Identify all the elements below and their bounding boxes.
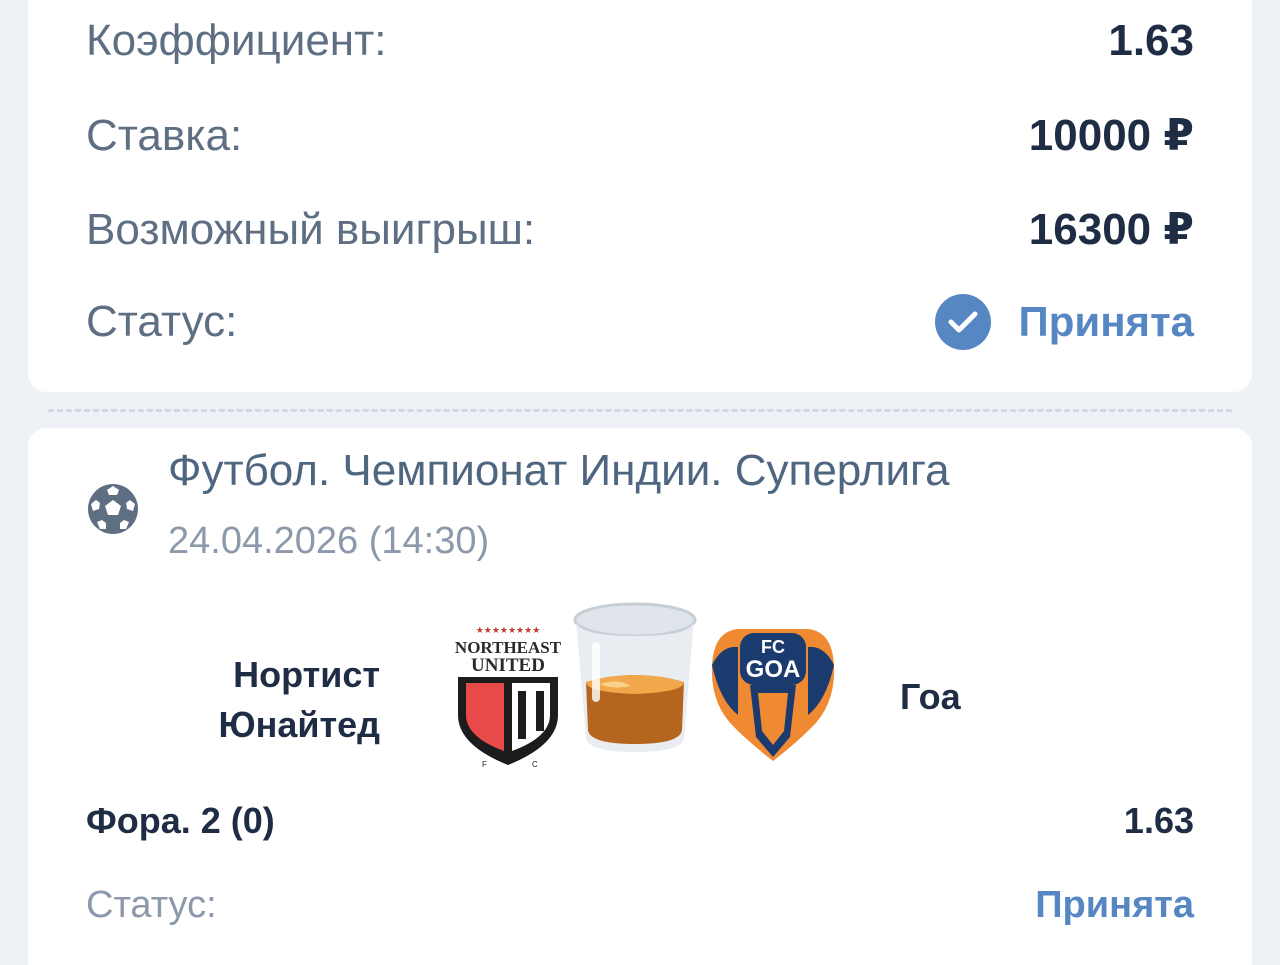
event-status-label: Статус: (86, 884, 217, 926)
event-status-row: Статус: Принята (86, 884, 1194, 927)
coefficient-row: Коэффициент: 1.63 (86, 16, 1194, 66)
check-circle-icon (934, 294, 991, 350)
away-team-name: Гоа (900, 676, 961, 717)
status-label: Статус: (86, 297, 238, 346)
ticket-notch-right (1232, 390, 1272, 430)
svg-text:F: F (482, 760, 487, 769)
event-datetime: 24.04.2026 (14:30) (168, 520, 490, 562)
bet-selection-coefficient: 1.63 (1123, 800, 1194, 841)
goa-logo-text-top: FC (761, 637, 785, 657)
home-team-name: Нортист Юнайтед (180, 650, 380, 750)
ticket-notch-left (8, 390, 48, 430)
status-row: Статус: Принята (86, 294, 1194, 350)
home-team-name-line2: Юнайтед (218, 704, 380, 745)
svg-text:★★★★★★★★: ★★★★★★★★ (476, 625, 541, 635)
northeast-logo-text-mid: UNITED (471, 655, 545, 676)
event-status-value: Принята (1035, 884, 1194, 926)
potential-win-value: 16300 ₽ (1028, 205, 1194, 254)
soccer-ball-icon (86, 482, 140, 541)
stake-value: 10000 ₽ (1028, 111, 1194, 160)
fc-goa-logo: FC GOA (710, 625, 836, 770)
bet-selection-name: Фора. 2 (0) (86, 800, 275, 841)
home-team-name-line1: Нортист (233, 654, 380, 695)
goa-logo-text-mid: GOA (746, 656, 801, 683)
status-value-group: Принята (934, 294, 1194, 350)
league-title: Футбол. Чемпионат Индии. Суперлига (168, 446, 950, 495)
stake-row: Ставка: 10000 ₽ (86, 110, 1194, 161)
potential-win-label: Возможный выигрыш: (86, 204, 536, 254)
coefficient-value: 1.63 (1108, 16, 1194, 65)
bet-selection-row: Фора. 2 (0) 1.63 (86, 800, 1194, 842)
status-value: Принята (1018, 298, 1194, 345)
northeast-united-logo: ★★★★★★★★ NORTHEAST UNITED F C (452, 625, 564, 774)
potential-win-row: Возможный выигрыш: 16300 ₽ (86, 204, 1194, 255)
whiskey-glass-icon (570, 598, 700, 763)
stake-label: Ставка: (86, 110, 243, 160)
coefficient-label: Коэффициент: (86, 16, 387, 65)
dashed-divider (48, 409, 1232, 412)
svg-text:C: C (532, 760, 538, 769)
